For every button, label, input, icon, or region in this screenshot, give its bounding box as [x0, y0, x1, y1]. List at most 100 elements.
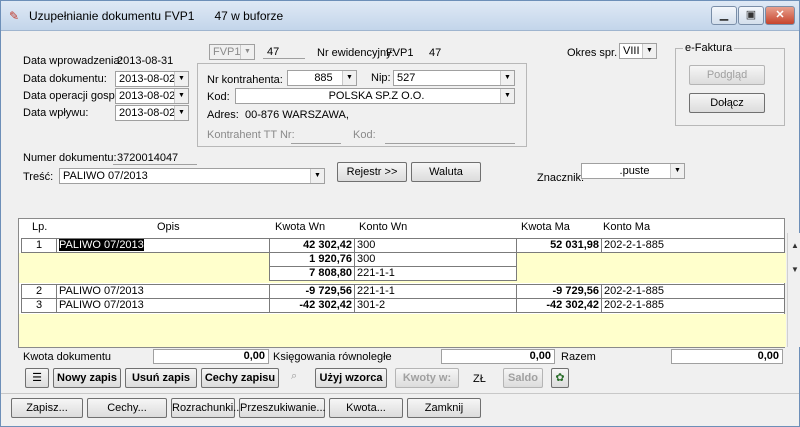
table-row-kwota-ma[interactable]: 52 031,98 — [516, 238, 602, 253]
buffer-info: 47 w buforze — [214, 9, 284, 23]
chevron-down-icon[interactable]: ▼ — [500, 71, 514, 85]
col-konto-wn: Konto Wn — [359, 221, 408, 233]
kod-select[interactable]: POLSKA SP.Z O.O. ▼ — [235, 88, 515, 104]
col-konto-ma: Konto Ma — [603, 221, 651, 233]
minimize-button[interactable]: ▁ — [711, 6, 737, 25]
document-type-select: FVP1 ▼ — [209, 44, 255, 60]
chevron-down-icon[interactable]: ▼ — [174, 89, 188, 103]
close-button[interactable]: ✕ — [765, 6, 795, 25]
document-window: ✎ Uzupełnianie dokumentu FVP1 47 w bufor… — [0, 0, 800, 427]
znacznik-select[interactable]: .puste ▼ — [581, 163, 685, 179]
cechy-button[interactable]: Cechy... — [87, 398, 167, 418]
kod2-field — [385, 129, 515, 144]
zamknij-button[interactable]: Zamknij — [407, 398, 481, 418]
table-row-konto-ma[interactable]: 202-2-1-885 — [601, 284, 785, 299]
okres-select[interactable]: VIII ▼ — [619, 43, 657, 59]
kwota-dokumentu-label: Kwota dokumentu — [23, 351, 112, 363]
table-row-konto-wn[interactable]: 221-1-1 — [354, 266, 517, 281]
table-row-konto-ma[interactable]: 202-2-1-885 — [601, 298, 785, 313]
nr-kontrahenta-select[interactable]: 885 ▼ — [287, 70, 357, 86]
table-row-kwota-wn[interactable]: 7 808,80 — [269, 266, 355, 281]
chevron-down-icon[interactable]: ▼ — [310, 169, 324, 183]
usun-zapis-button[interactable]: Usuń zapis — [125, 368, 197, 388]
chevron-down-icon[interactable]: ▼ — [500, 89, 514, 103]
table-row-kwota-ma[interactable]: -42 302,42 — [516, 298, 602, 313]
col-lp: Lp. — [32, 221, 48, 233]
tresc-label: Treść: — [23, 171, 54, 183]
podglad-button: Podgląd — [689, 65, 765, 85]
table-row-konto-wn[interactable]: 300 — [354, 238, 517, 253]
table-row-kwota-wn[interactable]: 1 920,76 — [269, 252, 355, 267]
chevron-down-icon[interactable]: ▼ — [342, 71, 356, 85]
nr-ewidencyjny-value: FVP1 — [386, 47, 414, 59]
restore-button[interactable]: ▣ — [738, 6, 764, 25]
tresc-select[interactable]: PALIWO 07/2013 ▼ — [59, 168, 325, 184]
nip-select[interactable]: 527 ▼ — [393, 70, 515, 86]
col-opis: Opis — [157, 221, 180, 233]
chevron-down-icon: ▼ — [240, 45, 254, 59]
cechy-zapisu-button[interactable]: Cechy zapisu — [201, 368, 279, 388]
col-kwota-wn: Kwota Wn — [275, 221, 326, 233]
table-row-kwota-wn[interactable]: -42 302,42 — [269, 298, 355, 313]
table-row-kwota-wn[interactable]: 42 302,42 — [269, 238, 355, 253]
settings-icon[interactable]: ✿ — [551, 368, 569, 388]
title-bar: ✎ Uzupełnianie dokumentu FVP1 47 w bufor… — [1, 1, 799, 31]
waluta-button[interactable]: Waluta — [411, 162, 481, 182]
dolacz-button[interactable]: Dołącz — [689, 93, 765, 113]
scroll-down-icon[interactable]: ▼ — [788, 263, 800, 277]
data-dokumentu-field[interactable]: 2013-08-02 ▼ — [115, 71, 189, 87]
pen-icon: ✎ — [9, 9, 20, 23]
table-row-opis[interactable]: PALIWO 07/2013 — [56, 298, 270, 313]
rejestr-button[interactable]: Rejestr >> — [337, 162, 407, 182]
uzyj-wzorca-button[interactable]: Użyj wzorca — [315, 368, 387, 388]
scroll-up-icon[interactable]: ▲ — [788, 239, 800, 253]
currency-label: ZŁ — [473, 373, 486, 385]
table-row-kwota-wn[interactable]: -9 729,56 — [269, 284, 355, 299]
data-operacji-field[interactable]: 2013-08-02 ▼ — [115, 88, 189, 104]
nowy-zapis-button[interactable]: Nowy zapis — [53, 368, 121, 388]
table-row-lp[interactable]: 2 — [21, 284, 57, 299]
kwota-button[interactable]: Kwota... — [329, 398, 403, 418]
kod2-label: Kod: — [353, 129, 376, 141]
toggle-view-button[interactable]: ☰ — [25, 368, 49, 388]
rozrachunki-button[interactable]: Rozrachunki... — [171, 398, 242, 418]
zapisz-button[interactable]: Zapisz... — [11, 398, 83, 418]
grid-scrollbar[interactable]: ▲ ▼ — [787, 233, 800, 347]
table-row-konto-wn[interactable]: 301-2 — [354, 298, 517, 313]
adres-label: Adres: — [207, 109, 239, 121]
ksiegowania-label: Księgowania równoległe — [273, 351, 392, 363]
chevron-down-icon[interactable]: ▼ — [174, 72, 188, 86]
table-row-konto-wn[interactable]: 300 — [354, 252, 517, 267]
znacznik-label: Znacznik: — [537, 172, 585, 184]
entries-grid: Lp. Opis Kwota Wn Konto Wn Kwota Ma Kont… — [18, 218, 800, 348]
nr-ewidencyjny-number: 47 — [429, 47, 442, 59]
table-row-lp[interactable]: 3 — [21, 298, 57, 313]
kontrahent-tt-field — [291, 129, 341, 144]
nip-label: Nip: — [371, 72, 391, 84]
data-wplywu-label: Data wpływu: — [23, 107, 89, 119]
chevron-down-icon[interactable]: ▼ — [670, 164, 684, 178]
razem-label: Razem — [561, 351, 596, 363]
table-row-kwota-ma[interactable]: -9 729,56 — [516, 284, 602, 299]
table-row-konto-wn[interactable]: 221-1-1 — [354, 284, 517, 299]
kod-label: Kod: — [207, 91, 230, 103]
table-row-opis[interactable]: PALIWO 07/2013 — [56, 284, 270, 299]
data-wplywu-field[interactable]: 2013-08-02 ▼ — [115, 105, 189, 121]
chevron-down-icon[interactable]: ▼ — [642, 44, 656, 58]
kwoty-w-button: Kwoty w: — [395, 368, 459, 388]
przeszukiwanie-button[interactable]: Przeszukiwanie... — [239, 398, 326, 418]
table-row-opis[interactable]: PALIWO 07/2013 — [56, 238, 270, 253]
list-icon: ☰ — [32, 372, 42, 384]
kwota-dokumentu-value: 0,00 — [153, 349, 269, 364]
table-row-lp[interactable]: 1 — [21, 238, 57, 253]
col-kwota-ma: Kwota Ma — [521, 221, 570, 233]
attachment-icon: ⌕ — [291, 370, 298, 382]
ksiegowania-value: 0,00 — [441, 349, 555, 364]
chevron-down-icon[interactable]: ▼ — [174, 106, 188, 120]
nr-kontrahenta-label: Nr kontrahenta: — [207, 74, 283, 86]
numer-dokumentu-label: Numer dokumentu: — [23, 152, 117, 164]
window-title: Uzupełnianie dokumentu FVP1 — [29, 9, 195, 23]
efaktura-label: e-Faktura — [683, 42, 735, 54]
okres-label: Okres spr. — [567, 47, 618, 59]
table-row-konto-ma[interactable]: 202-2-1-885 — [601, 238, 785, 253]
